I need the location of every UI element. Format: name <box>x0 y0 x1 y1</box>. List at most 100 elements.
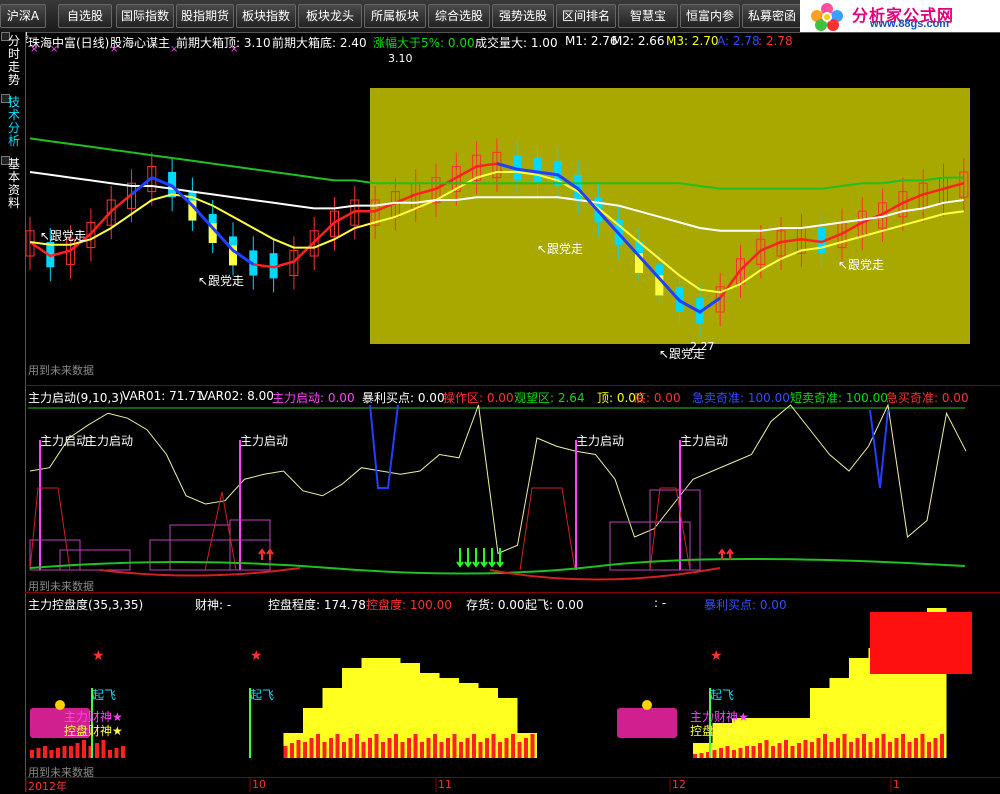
holding-bar <box>49 750 54 758</box>
star-icon: ★ <box>710 648 723 664</box>
holding-bar <box>368 738 372 758</box>
holding-bar <box>829 742 834 758</box>
holding-bar <box>524 738 528 758</box>
panel2-legend-item: 急买奇准: 0.00 <box>886 391 969 405</box>
holding-bar <box>784 740 788 758</box>
panel3-legend-item: : - <box>654 596 667 610</box>
holding-bar <box>374 734 379 758</box>
holding-bar <box>491 734 496 758</box>
holding-bar <box>322 742 327 758</box>
panel1-legend-item: 前期大箱顶: 3.10 <box>176 36 271 50</box>
holding-bar <box>810 742 814 758</box>
holding-bar <box>907 742 912 758</box>
zone-box <box>149 539 271 571</box>
start-signal-label: 主力启动 <box>680 434 729 448</box>
holding-bar <box>498 742 502 758</box>
holding-bar <box>738 748 743 758</box>
panel3-legend-item: 财神: - <box>195 598 232 612</box>
fly-label: 起飞 <box>710 688 735 702</box>
down-arrow-icon <box>472 548 480 568</box>
panel1-legend-item: 成交量大: 1.00 <box>475 36 558 50</box>
zone-box <box>59 549 131 571</box>
holding-bar <box>758 743 762 758</box>
panel2-legend-item: VAR02: 8.00 <box>200 389 274 403</box>
holding-bar <box>62 746 67 758</box>
holding-bar <box>69 746 73 758</box>
fortune-badge-icon <box>617 708 677 738</box>
panel1-legend-item: 涨幅大于5%: 0.00 <box>373 36 475 50</box>
date-label: 10 <box>252 778 266 791</box>
holding-bar <box>842 734 847 758</box>
holding-bar <box>290 743 294 758</box>
holding-bar <box>303 742 307 758</box>
holding-bar <box>712 750 717 758</box>
control-bar-cap <box>870 612 972 674</box>
up-arrow-icon <box>266 548 274 560</box>
holding-bar <box>400 742 405 758</box>
holding-bar <box>426 738 431 758</box>
holding-bar <box>82 740 86 758</box>
holding-bar <box>790 746 795 758</box>
holding-bar <box>329 738 333 758</box>
holding-bar <box>465 738 470 758</box>
holding-bar <box>933 738 938 758</box>
holding-bar <box>121 746 125 758</box>
marker-x-icon: × <box>30 44 39 55</box>
holding-bar <box>485 738 489 758</box>
star-icon: ★ <box>250 648 263 664</box>
sell-signal-line <box>869 409 889 489</box>
panel2-legend-item: 底: 0.00 <box>634 391 681 405</box>
holding-bar <box>901 734 905 758</box>
holding-bar <box>725 746 730 758</box>
holding-bar <box>283 746 288 758</box>
holding-bar <box>745 746 749 758</box>
date-label: 1 <box>893 778 900 791</box>
star-icon: ★ <box>92 648 105 664</box>
holding-bar <box>407 738 411 758</box>
down-arrow-icon <box>488 548 496 568</box>
holding-bar <box>478 742 483 758</box>
panel2-legend-item: 暴利买点: 0.00 <box>362 391 445 405</box>
panel2-legend-item: 主力启动(9,10,3) <box>28 391 124 405</box>
down-arrow-icon <box>480 548 488 568</box>
holding-bar <box>862 734 866 758</box>
holding-bar <box>868 742 873 758</box>
holding-bar <box>816 738 821 758</box>
holding-bar <box>36 748 41 758</box>
holding-bar <box>881 734 886 758</box>
holding-bar <box>719 748 723 758</box>
holding-bar <box>517 742 522 758</box>
holding-bar <box>777 743 782 758</box>
holding-bar <box>95 743 99 758</box>
panel3-legend-item: 存货: 0.00 <box>466 598 525 612</box>
holding-bar <box>75 743 80 758</box>
panel1-legend-item: 珠海中富(日线) <box>28 36 110 50</box>
holding-bar <box>108 750 112 758</box>
operate-zone <box>649 487 691 571</box>
holding-bar <box>348 738 353 758</box>
fly-label: 起飞 <box>92 688 117 702</box>
panel1-legend-item: 前期大箱底: 2.40 <box>272 36 367 50</box>
holding-bar <box>309 738 314 758</box>
holding-bar <box>452 734 457 758</box>
holding-bar <box>914 738 918 758</box>
annotation-label: ↖跟党走 <box>537 242 584 256</box>
holding-bar <box>511 734 515 758</box>
holding-bar <box>888 742 892 758</box>
holding-bar <box>387 738 392 758</box>
holding-bar <box>446 738 450 758</box>
holding-bar <box>751 746 756 758</box>
holding-bar <box>361 742 366 758</box>
holding-bar <box>413 734 418 758</box>
marker-x-icon: × <box>170 44 179 55</box>
holding-bar <box>394 734 398 758</box>
holding-bar <box>355 734 359 758</box>
panel1-legend-item: 股海心谋主 <box>110 36 171 50</box>
start-signal-label: 主力启动 <box>40 434 89 448</box>
holding-bar <box>472 734 476 758</box>
badge-text: 控盘财神★ <box>690 724 749 738</box>
holding-bar <box>693 754 697 758</box>
holding-bar <box>30 750 34 758</box>
up-arrow-icon <box>258 548 266 560</box>
holding-bar <box>342 742 346 758</box>
